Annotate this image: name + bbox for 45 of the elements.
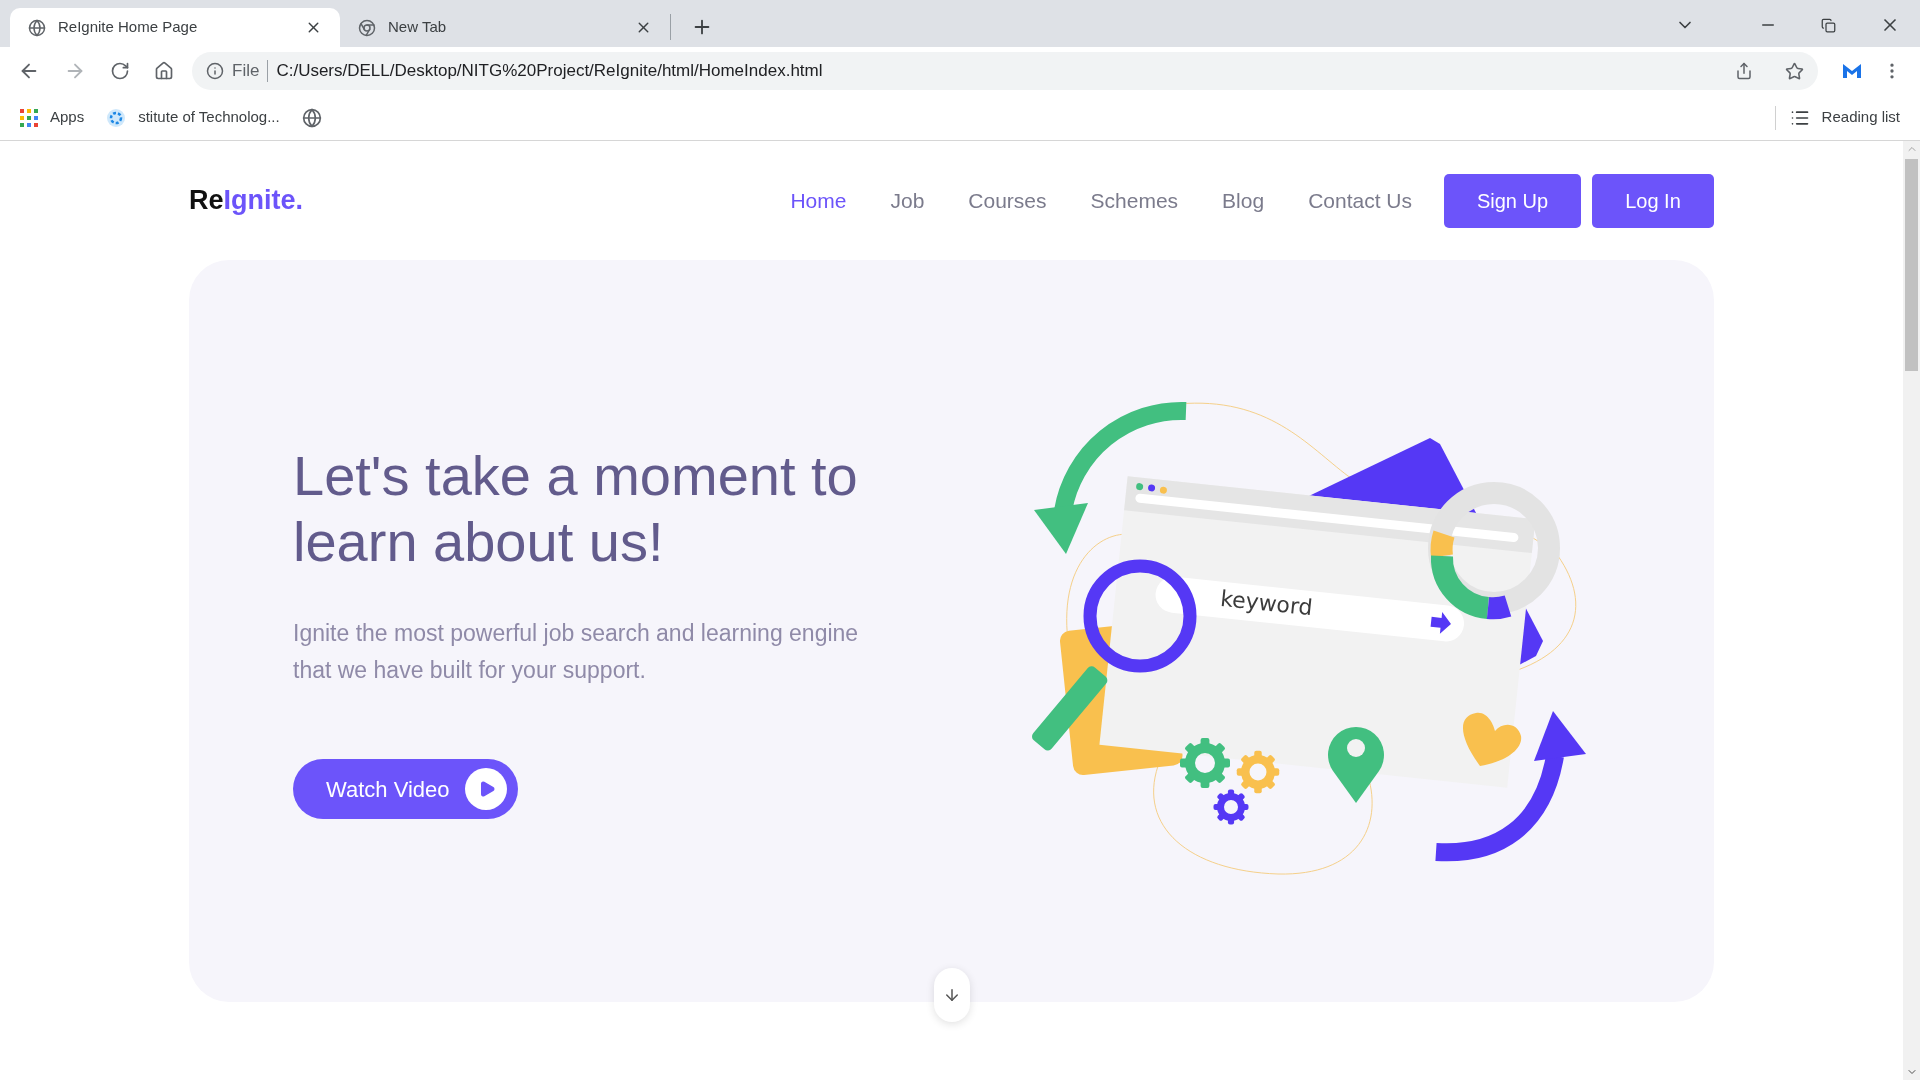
- curved-arrow-icon: [1435, 711, 1586, 862]
- browser-logo-icon: [358, 18, 376, 37]
- info-icon: [206, 62, 224, 80]
- reload-icon[interactable]: [110, 61, 130, 81]
- nav-link[interactable]: Courses: [968, 184, 1047, 217]
- restore-icon[interactable]: [1821, 17, 1836, 33]
- extension-icon[interactable]: [1842, 62, 1862, 80]
- bookmark-link[interactable]: Apps: [50, 106, 85, 129]
- scheme-label: File: [232, 60, 260, 83]
- nav-link[interactable]: Contact Us: [1308, 184, 1412, 217]
- nav-link[interactable]: Blog: [1222, 184, 1265, 217]
- globe-icon[interactable]: [301, 107, 322, 128]
- home-icon[interactable]: [154, 61, 174, 81]
- heart-icon: [1463, 712, 1522, 766]
- scroll-down-button[interactable]: [933, 968, 970, 1022]
- star-icon[interactable]: [1785, 61, 1804, 81]
- gear-icon: [1180, 738, 1230, 788]
- scrollbar[interactable]: [1903, 141, 1920, 1080]
- site-logo[interactable]: ReIgnite.: [189, 180, 303, 221]
- url-text: C:/Users/DELL/Desktop/NITG%20Project/ReIgnite/html/HomeIndex.html: [276, 60, 823, 83]
- apps-grid-icon[interactable]: [20, 108, 38, 127]
- watch-video-button[interactable]: Watch Video: [293, 759, 518, 819]
- log-in-button[interactable]: Log In: [1592, 173, 1714, 228]
- nav-link[interactable]: Job: [890, 184, 925, 217]
- curved-arrow-icon: [1034, 402, 1187, 554]
- tab-title: New Tab: [388, 17, 448, 38]
- play-icon: [464, 768, 507, 810]
- reading-list-link[interactable]: Reading list: [1821, 106, 1900, 129]
- magnifier-icon: [1029, 559, 1197, 753]
- globe-icon: [28, 18, 46, 37]
- scrollbar-thumb[interactable]: [1905, 159, 1918, 371]
- sign-up-button[interactable]: Sign Up: [1444, 173, 1581, 228]
- tab-title: ReIgnite Home Page: [58, 17, 199, 38]
- share-icon[interactable]: [1735, 62, 1753, 80]
- gear-icon: [1213, 789, 1249, 825]
- nav-link[interactable]: Schemes: [1090, 184, 1179, 217]
- keyword-text: keyword: [1219, 585, 1314, 621]
- gear-icon: [1236, 750, 1280, 794]
- address-bar[interactable]: File C:/Users/DELL/Desktop/NITG%20Project/ReIgnite/html/HomeIndex.html: [192, 52, 1818, 90]
- hero-heading: Let's take a moment to learn about us!: [293, 443, 859, 575]
- bookmark-link[interactable]: stitute of Technolog...: [138, 106, 280, 129]
- browser-tab[interactable]: ReIgnite Home Page: [10, 8, 340, 47]
- nav-link[interactable]: Home: [790, 184, 847, 217]
- hero-text: Ignite the most powerful job search and learning engine that we have built for your support.: [293, 619, 860, 685]
- site-logo-icon: [106, 107, 127, 128]
